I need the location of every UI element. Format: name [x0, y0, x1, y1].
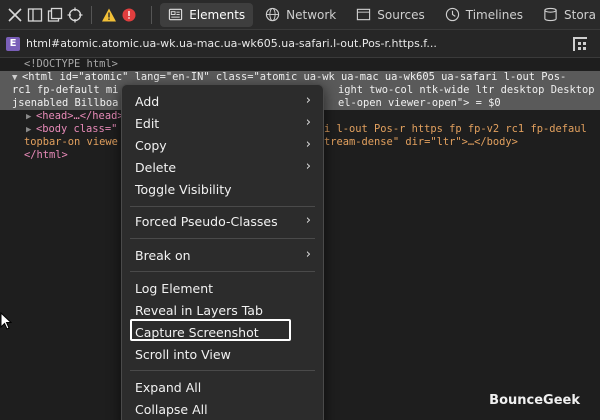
inspect-crosshair-icon[interactable]: [66, 4, 83, 26]
html-node-selected[interactable]: ▼ <html id="atomic" lang="en-IN" class="a…: [0, 71, 600, 84]
collapsed-triangle-icon[interactable]: ▶: [26, 124, 36, 136]
menu-separator: [130, 206, 315, 207]
menu-item-collapse-all[interactable]: Collapse All: [122, 398, 323, 420]
tab-storage-label: Stora: [564, 7, 596, 22]
sources-icon: [357, 8, 371, 21]
network-icon: [266, 7, 280, 22]
chevron-right-icon: ›: [305, 115, 311, 130]
menu-item-expand-all[interactable]: Expand All: [122, 376, 323, 398]
tab-timelines-label: Timelines: [465, 7, 524, 22]
tab-sources-label: Sources: [377, 7, 425, 22]
menu-separator: [130, 271, 315, 272]
context-menu: Add › Edit › Copy › Delete › Toggle Visibili…: [121, 84, 324, 420]
toolbar-divider: [151, 5, 153, 24]
menu-separator: [130, 238, 315, 239]
tab-timelines[interactable]: Timelines: [437, 3, 531, 27]
toolbar-divider: [91, 5, 93, 24]
element-badge-icon: E: [6, 36, 20, 51]
close-icon[interactable]: [6, 4, 23, 26]
undock-icon[interactable]: [46, 4, 63, 26]
menu-item-copy[interactable]: Copy ›: [122, 134, 323, 156]
tab-sources[interactable]: Sources: [348, 3, 432, 27]
timelines-icon: [445, 7, 459, 22]
layout-grid-icon[interactable]: [572, 36, 588, 52]
chevron-right-icon: ›: [305, 247, 311, 262]
devtools-toolbar: Elements Network Sources Timelines Stora: [0, 0, 600, 30]
doctype-line[interactable]: <!DOCTYPE html>: [0, 58, 600, 71]
menu-item-edit[interactable]: Edit ›: [122, 112, 323, 134]
breadcrumb-bar: E html#atomic.atomic.ua-wk.ua-mac.ua-wk6…: [0, 30, 600, 58]
menu-item-log-element[interactable]: Log Element: [122, 277, 323, 299]
menu-item-reveal-in-layers-tab[interactable]: Reveal in Layers Tab: [122, 299, 323, 321]
tab-elements-label: Elements: [189, 7, 246, 22]
menu-item-break-on[interactable]: Break on ›: [122, 244, 323, 266]
menu-item-toggle-visibility[interactable]: Toggle Visibility: [122, 178, 323, 200]
tab-storage[interactable]: Stora: [535, 3, 596, 27]
watermark-text: BounceGeek: [489, 393, 580, 408]
chevron-right-icon: ›: [305, 159, 311, 174]
tab-elements[interactable]: Elements: [160, 2, 254, 27]
menu-item-forced-pseudo-classes[interactable]: Forced Pseudo-Classes ›: [122, 210, 323, 232]
capture-screenshot-highlight: [130, 319, 291, 341]
dock-icon[interactable]: [26, 4, 43, 26]
menu-item-scroll-into-view[interactable]: Scroll into View: [122, 343, 323, 365]
chevron-right-icon: ›: [305, 93, 311, 108]
menu-separator: [130, 370, 315, 371]
error-icon[interactable]: [120, 4, 137, 26]
elements-icon: [169, 8, 183, 21]
chevron-right-icon: ›: [305, 213, 311, 228]
storage-icon: [544, 7, 557, 22]
menu-item-add[interactable]: Add ›: [122, 90, 323, 112]
chevron-right-icon: ›: [305, 137, 311, 152]
tab-network-label: Network: [286, 7, 337, 22]
expanded-triangle-icon[interactable]: ▼: [12, 72, 22, 84]
menu-item-delete[interactable]: Delete ›: [122, 156, 323, 178]
mouse-cursor-icon: [0, 312, 12, 330]
breadcrumb-path[interactable]: html#atomic.atomic.ua-wk.ua-mac.ua-wk605…: [26, 37, 437, 50]
collapsed-triangle-icon[interactable]: ▶: [26, 111, 36, 123]
warning-icon[interactable]: [100, 4, 117, 26]
tab-network[interactable]: Network: [257, 3, 344, 27]
